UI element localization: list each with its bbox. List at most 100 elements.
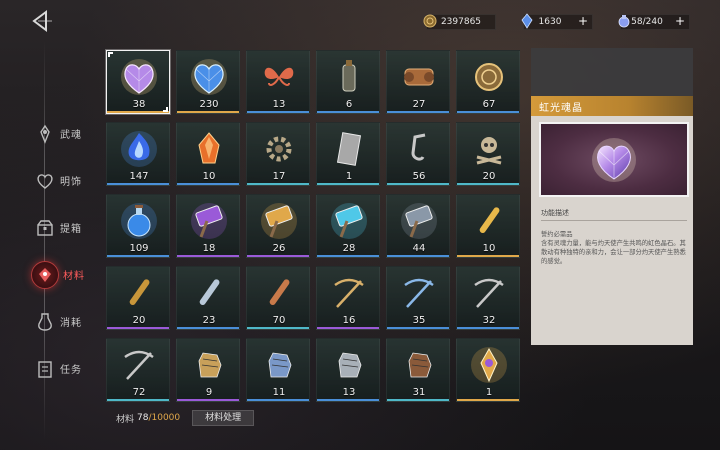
silver-bullet-icon bbox=[177, 267, 239, 319]
rarity-bar bbox=[387, 255, 449, 257]
menu-item-quest[interactable]: 任务 bbox=[34, 345, 104, 392]
inventory-slot[interactable]: 32 bbox=[456, 266, 520, 330]
inventory-slot[interactable]: 38 bbox=[106, 50, 170, 114]
bronze-medal-icon bbox=[457, 51, 519, 103]
inventory-slot[interactable]: 11 bbox=[246, 338, 310, 402]
consumable-icon bbox=[34, 311, 56, 333]
rarity-bar bbox=[247, 183, 309, 185]
menu-label: 任务 bbox=[60, 365, 82, 376]
inventory-slot[interactable]: 56 bbox=[386, 122, 450, 186]
menu-item-material[interactable]: 材料 bbox=[31, 251, 104, 298]
purple-hammer-icon bbox=[177, 195, 239, 247]
rarity-bar bbox=[457, 255, 519, 257]
quest-icon bbox=[34, 358, 56, 380]
inventory-slot[interactable]: 147 bbox=[106, 122, 170, 186]
inventory-slot[interactable]: 20 bbox=[456, 122, 520, 186]
inventory-slot[interactable]: 1 bbox=[316, 122, 380, 186]
capacity-label: 材料 bbox=[116, 414, 135, 425]
bottle-icon bbox=[317, 51, 379, 103]
capacity-current: 78 bbox=[137, 413, 149, 423]
metal-plate-icon bbox=[317, 123, 379, 175]
menu-item-chest[interactable]: 提箱 bbox=[34, 204, 104, 251]
inventory-slot[interactable]: 109 bbox=[106, 194, 170, 258]
menu-item-spirit[interactable]: 武魂 bbox=[34, 110, 104, 157]
steel-crossbow-icon bbox=[457, 267, 519, 319]
item-count: 56 bbox=[412, 171, 426, 182]
detail-description: 誓约必需品 含有灵魂力量，能与灼天使产生共鸣的虹色晶石。其散动有种独特的亲和力，… bbox=[541, 230, 687, 266]
inventory-slot[interactable]: 230 bbox=[176, 50, 240, 114]
back-arrow-icon bbox=[32, 10, 52, 32]
silver-crossbow-icon bbox=[107, 339, 169, 391]
gold-gauntlet-icon bbox=[177, 339, 239, 391]
rarity-bar bbox=[457, 183, 519, 185]
cyan-hammer-icon bbox=[317, 195, 379, 247]
item-count: 67 bbox=[482, 99, 496, 110]
rarity-bar bbox=[107, 327, 169, 329]
inventory-slot[interactable]: 18 bbox=[176, 194, 240, 258]
gold-coin-icon bbox=[421, 12, 439, 30]
gold-hammer-icon bbox=[247, 195, 309, 247]
item-count: 20 bbox=[132, 315, 146, 326]
inventory-slot[interactable]: 10 bbox=[176, 122, 240, 186]
inventory-slot[interactable]: 70 bbox=[246, 266, 310, 330]
item-count: 26 bbox=[272, 243, 286, 254]
inventory-slot[interactable]: 13 bbox=[316, 338, 380, 402]
back-button[interactable] bbox=[28, 10, 54, 32]
steel-gauntlet-icon bbox=[317, 339, 379, 391]
heart-ornament-icon bbox=[34, 170, 56, 192]
inventory-slot[interactable]: 28 bbox=[316, 194, 380, 258]
fire-shard-icon bbox=[177, 123, 239, 175]
purple-heart-crystal-icon bbox=[592, 137, 636, 182]
add-stamina-button[interactable]: + bbox=[673, 15, 687, 29]
rarity-bar bbox=[177, 399, 239, 401]
item-count: 31 bbox=[412, 387, 426, 398]
item-count: 230 bbox=[199, 99, 219, 110]
rarity-bar bbox=[107, 111, 169, 113]
blue-crystal-icon bbox=[518, 12, 536, 30]
menu-item-consumable[interactable]: 消耗 bbox=[34, 298, 104, 345]
function-description-label: 功能描述 bbox=[541, 209, 569, 217]
rarity-bar bbox=[387, 183, 449, 185]
inventory-slot[interactable]: 35 bbox=[386, 266, 450, 330]
inventory-slot[interactable]: 44 bbox=[386, 194, 450, 258]
inventory-slot[interactable]: 27 bbox=[386, 50, 450, 114]
item-count: 38 bbox=[132, 99, 146, 110]
item-count: 20 bbox=[482, 171, 496, 182]
inventory-slot[interactable]: 6 bbox=[316, 50, 380, 114]
stamina-potion-icon bbox=[615, 12, 633, 30]
inventory-slot[interactable]: 17 bbox=[246, 122, 310, 186]
inventory-slot[interactable]: 31 bbox=[386, 338, 450, 402]
rarity-bar bbox=[107, 183, 169, 185]
rarity-bar bbox=[107, 255, 169, 257]
leather-scroll-icon bbox=[387, 51, 449, 103]
inventory-grid: 38 230 13 6 27 67 147 10 17 1 56 20 109 18 26 28 44 10 20 2… bbox=[106, 50, 520, 402]
inventory-slot[interactable]: 72 bbox=[106, 338, 170, 402]
inventory-slot[interactable]: 13 bbox=[246, 50, 310, 114]
rarity-bar bbox=[387, 111, 449, 113]
add-crystal-button[interactable]: + bbox=[576, 15, 590, 29]
inventory-slot[interactable]: 16 bbox=[316, 266, 380, 330]
rarity-bar bbox=[457, 399, 519, 401]
item-count: 18 bbox=[202, 243, 216, 254]
rarity-bar bbox=[317, 111, 379, 113]
capacity-max: /10000 bbox=[148, 413, 181, 423]
item-count: 70 bbox=[272, 315, 286, 326]
menu-item-ornament[interactable]: 明饰 bbox=[34, 157, 104, 204]
inventory-slot[interactable]: 26 bbox=[246, 194, 310, 258]
hook-icon bbox=[387, 123, 449, 175]
item-count: 17 bbox=[272, 171, 286, 182]
item-count: 1 bbox=[345, 171, 353, 182]
rarity-bar bbox=[457, 327, 519, 329]
inventory-slot[interactable]: 9 bbox=[176, 338, 240, 402]
inventory-slot[interactable]: 1 bbox=[456, 338, 520, 402]
inventory-slot[interactable]: 67 bbox=[456, 50, 520, 114]
item-count: 13 bbox=[272, 99, 286, 110]
blue-heart-crystal-icon bbox=[177, 51, 239, 103]
inventory-slot[interactable]: 20 bbox=[106, 266, 170, 330]
red-butterfly-icon bbox=[247, 51, 309, 103]
inventory-slot[interactable]: 23 bbox=[176, 266, 240, 330]
inventory-slot[interactable]: 10 bbox=[456, 194, 520, 258]
menu-label: 明饰 bbox=[60, 177, 82, 188]
item-count: 13 bbox=[342, 387, 356, 398]
material-process-button[interactable]: 材料处理 bbox=[192, 410, 255, 426]
